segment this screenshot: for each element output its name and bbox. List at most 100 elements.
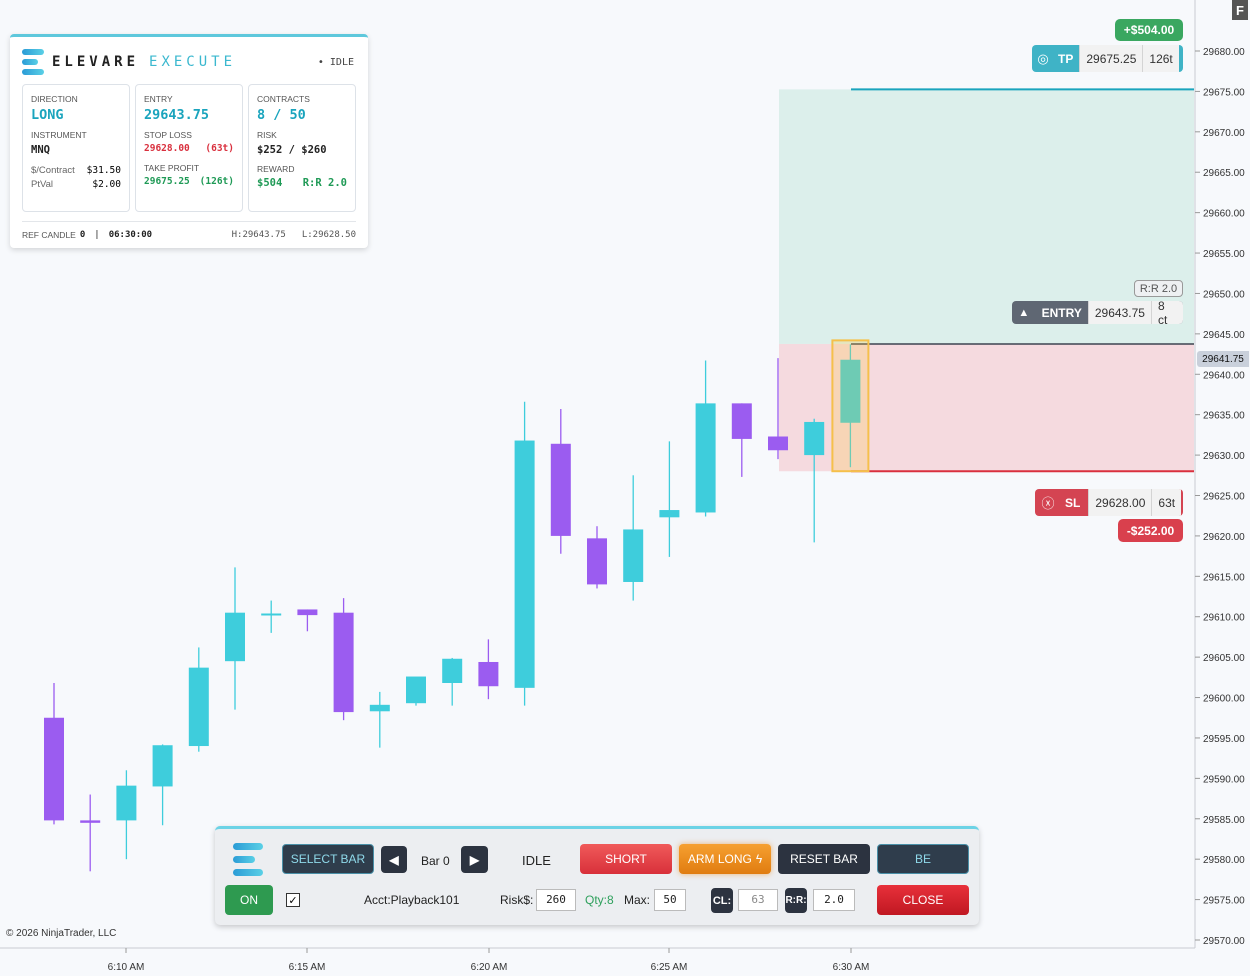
risk-value: $252 / $260 [257,144,327,156]
risk-input[interactable]: 260 [536,889,576,911]
candle-body [550,443,571,536]
caret-left-icon: ◀ [389,852,399,867]
tp-tag-label: TP [1058,51,1074,66]
candle-body [731,403,752,439]
time-tick-label: 6:20 AM [471,962,508,973]
entry-card: ENTRY 29643.75 STOP LOSS 29628.00 (63t) … [135,84,243,212]
prev-bar-button[interactable]: ◀ [381,846,407,873]
ptval-label: PtVal [31,179,54,190]
elevare-logo-icon [22,49,44,75]
max-label: Max: [624,893,651,907]
elevare-logo-icon [233,841,263,877]
f-button[interactable]: F [1232,0,1248,20]
risk-input-label: Risk$: [500,893,534,907]
tp-tag[interactable]: ◎ TP 29675.25 126t [1032,45,1183,72]
brand-subtitle: EXECUTE [149,54,237,70]
candle-body [225,612,245,662]
candle-body [587,538,607,585]
candle-body [695,403,716,513]
ref-candle-value: 0 [79,230,86,240]
contracts-card: CONTRACTS 8 / 50 RISK $252 / $260 REWARD… [248,84,356,212]
time-tick-label: 6:10 AM [108,962,145,973]
caret-right-icon: ▶ [469,852,480,867]
ref-time: 06:30:00 [108,230,153,240]
price-tick-label: 29670.00 [1203,128,1245,139]
reward-value: $504 [257,177,283,189]
candle-body [116,785,137,821]
candle-body [80,820,101,823]
triangle-up-icon: ▲ [1018,306,1030,319]
candle-body [152,745,173,787]
trade-info-panel: ELEVARE EXECUTE • IDLE DIRECTION LONG IN… [10,34,368,248]
selected-candle-highlight [831,339,870,473]
price-tick-label: 29680.00 [1203,47,1245,58]
time-tick-label: 6:30 AM [833,962,870,973]
risk-label: RISK [257,130,277,140]
arm-long-label: ARM LONG [687,852,752,866]
candle-body [768,436,788,451]
price-tick-label: 29640.00 [1203,370,1245,381]
tp-tag-ticks: 126t [1142,45,1179,72]
breakeven-button[interactable]: BE [877,844,969,874]
panel-footer: REF CANDLE 0 | 06:30:00 H:29643.75 L:296… [22,221,356,240]
control-bar: SELECT BAR ◀ Bar 0 ▶ IDLE SHORT ARM LONG… [215,826,979,925]
stop-loss-value: 29628.00 [144,143,190,154]
candle-body [659,510,680,518]
profit-pill: +$504.00 [1115,19,1183,41]
price-tick-label: 29675.00 [1203,87,1245,98]
candle-body [297,609,318,616]
brand: ELEVARE EXECUTE [22,49,236,75]
next-bar-button[interactable]: ▶ [461,846,488,873]
state-label: IDLE [522,853,551,868]
entry-tag-qty: 8 ct [1150,301,1183,324]
reward-label: REWARD [257,164,295,174]
direction-card: DIRECTION LONG INSTRUMENT MNQ $/Contract… [22,84,130,212]
sl-tag[interactable]: ⓧ SL 29628.00 63t [1035,489,1183,516]
contracts-value: 8 / 50 [257,107,306,123]
entry-tag[interactable]: ▲ ENTRY 29643.75 8 ct [1012,301,1183,324]
rr-input[interactable]: 2.0 [813,889,855,911]
candle-body [623,529,644,582]
price-tick-label: 29635.00 [1203,411,1245,422]
enable-checkbox[interactable]: ✓ [286,893,300,907]
sl-tag-ticks: 63t [1151,489,1182,516]
cl-input[interactable]: 63 [738,889,778,911]
loss-pill: -$252.00 [1118,519,1183,542]
account-label: Acct:Playback101 [364,893,460,907]
price-tick-label: 29595.00 [1203,734,1245,745]
candle-body [369,704,390,712]
rr-badge: R:R 2.0 [1134,280,1183,297]
price-tick-label: 29585.00 [1203,815,1245,826]
arm-long-button[interactable]: ARM LONG ϟ [679,844,771,874]
close-button[interactable]: CLOSE [877,885,969,915]
ptval-value: $2.00 [92,179,121,190]
on-toggle[interactable]: ON [225,885,273,915]
candle-body [261,613,282,616]
direction-value: LONG [31,107,64,123]
price-tick-label: 29590.00 [1203,774,1245,785]
cl-label: CL: [711,888,733,913]
max-input[interactable]: 50 [654,889,686,911]
select-bar-button[interactable]: SELECT BAR [282,844,374,874]
entry-tag-label: ENTRY [1041,305,1082,320]
entry-tag-price: 29643.75 [1087,301,1151,324]
tp-tag-price: 29675.25 [1079,45,1143,72]
short-button[interactable]: SHORT [580,844,672,874]
direction-label: DIRECTION [31,94,78,104]
stop-loss-label: STOP LOSS [144,130,192,140]
per-contract-value: $31.50 [86,165,121,176]
reset-bar-button[interactable]: RESET BAR [778,844,870,874]
candle-body [406,676,426,704]
price-tick-label: 29580.00 [1203,855,1245,866]
copyright: © 2026 NinjaTrader, LLC [6,928,117,939]
time-tick-label: 6:15 AM [289,962,326,973]
bar-label: Bar 0 [421,854,450,868]
price-tick-label: 29610.00 [1203,613,1245,624]
sl-tag-price: 29628.00 [1088,489,1152,516]
price-tick-label: 29620.00 [1203,532,1245,543]
footer-divider: | [94,230,100,240]
price-tick-label: 29650.00 [1203,289,1245,300]
take-profit-label: TAKE PROFIT [144,163,200,173]
ref-high: H:29643.75 [231,230,286,240]
rr-value: R:R 2.0 [302,177,347,189]
